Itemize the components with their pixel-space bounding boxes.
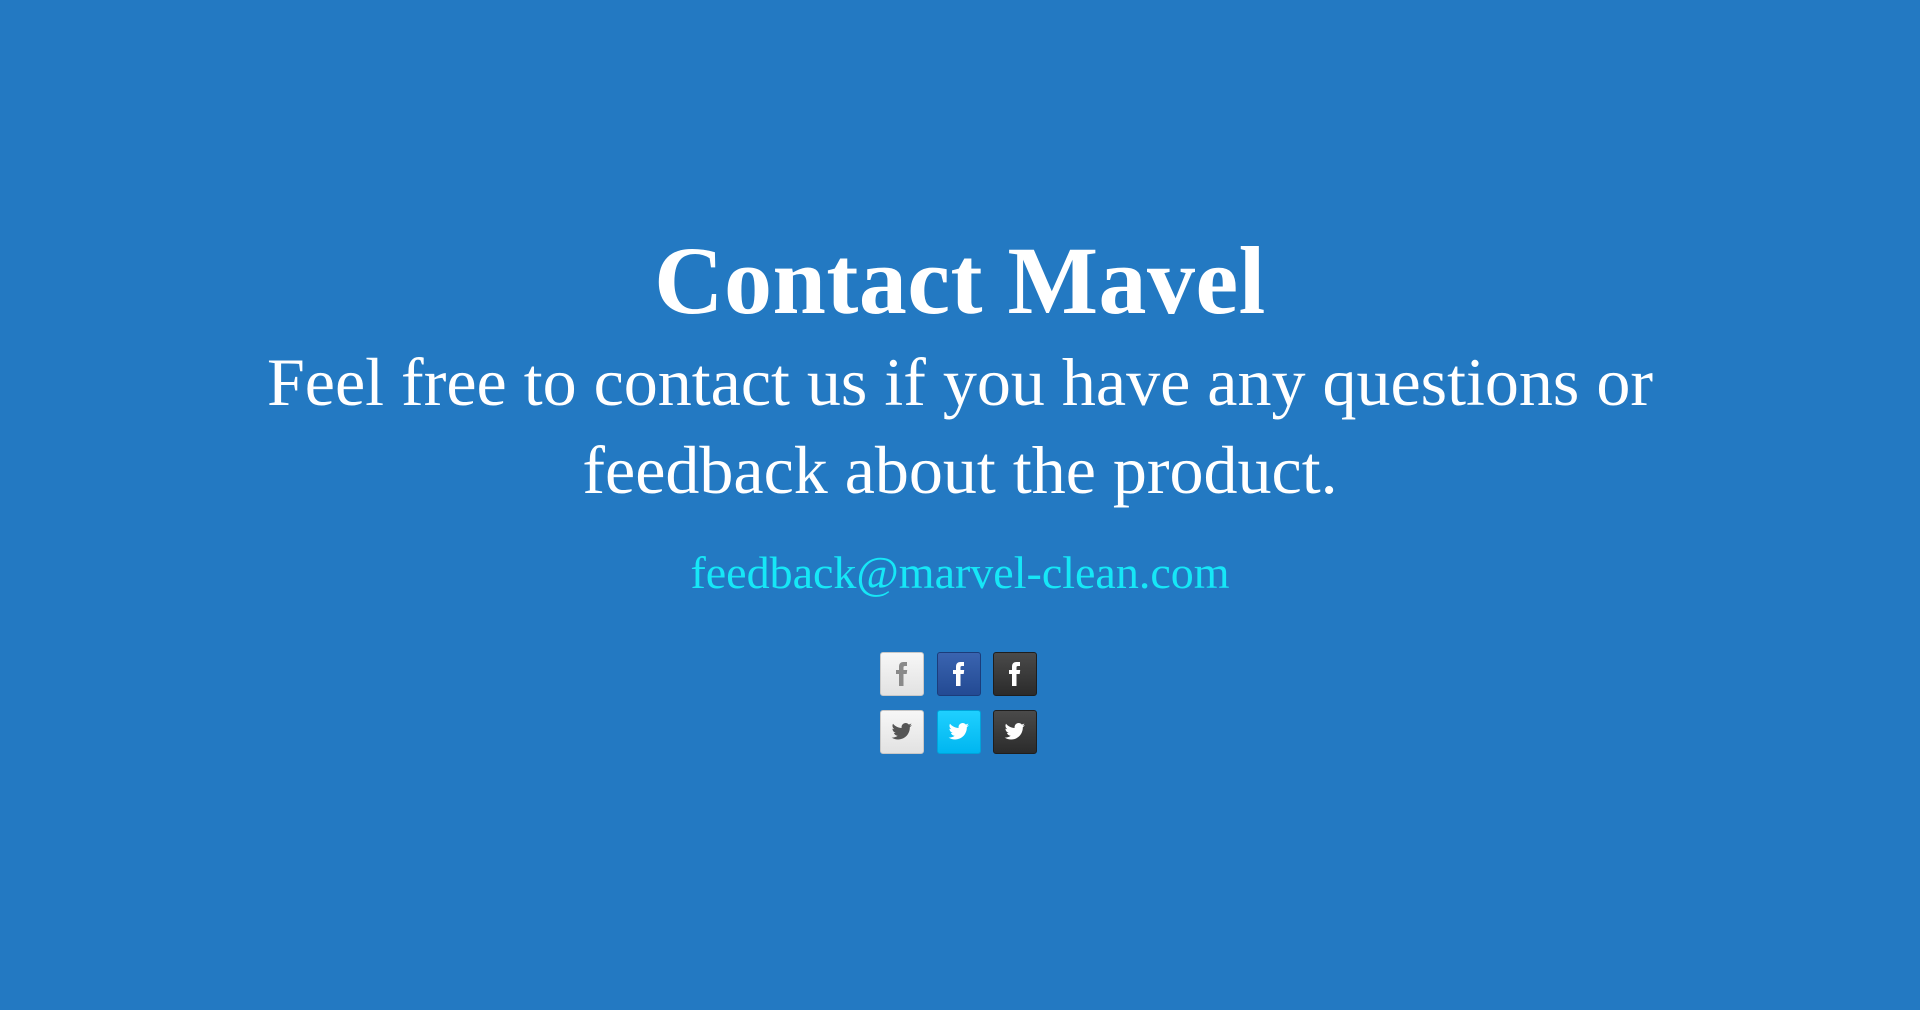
twitter-icon	[1004, 723, 1025, 740]
facebook-icon	[1009, 662, 1021, 686]
social-buttons	[880, 652, 1040, 758]
facebook-icon	[896, 662, 908, 686]
facebook-button-dark[interactable]	[993, 652, 1037, 696]
twitter-icon	[948, 723, 969, 740]
facebook-button-blue[interactable]	[937, 652, 981, 696]
twitter-button-blue[interactable]	[937, 710, 981, 754]
feedback-email-link[interactable]: feedback@marvel-clean.com	[0, 540, 1920, 606]
twitter-button-light[interactable]	[880, 710, 924, 754]
twitter-button-dark[interactable]	[993, 710, 1037, 754]
page-title: Contact Mavel	[654, 227, 1266, 334]
contact-description: Feel free to contact us if you have any …	[266, 344, 1654, 508]
contact-page: Contact Mavel Feel free to contact us if…	[0, 0, 1920, 1010]
facebook-button-light[interactable]	[880, 652, 924, 696]
twitter-icon	[891, 723, 912, 740]
facebook-icon	[953, 662, 965, 686]
